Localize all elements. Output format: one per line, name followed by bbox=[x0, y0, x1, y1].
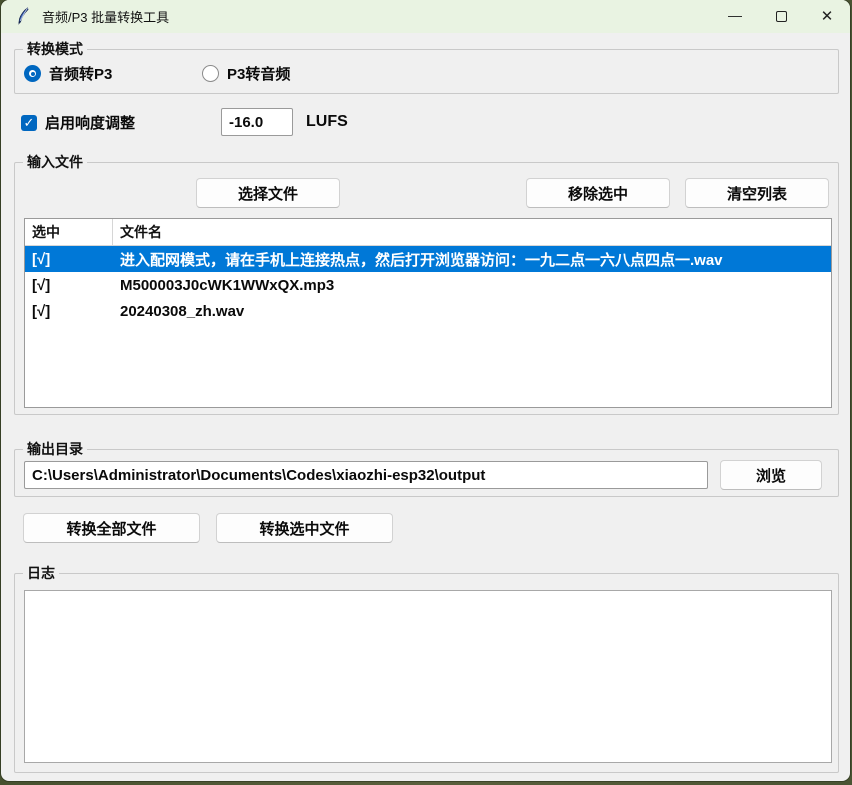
radio-p3-to-audio[interactable]: P3转音频 bbox=[202, 63, 290, 84]
tk-feather-icon bbox=[15, 7, 32, 26]
file-table-header: 选中 文件名 bbox=[25, 219, 831, 246]
log-group-label: 日志 bbox=[23, 564, 59, 583]
input-files-group-label: 输入文件 bbox=[23, 153, 87, 172]
radio-p3-to-audio-label: P3转音频 bbox=[227, 63, 290, 84]
radio-unselected-icon bbox=[202, 65, 219, 82]
loudness-checkbox[interactable]: ✓ 启用响度调整 bbox=[21, 112, 135, 133]
row-checked-cell: [√] bbox=[25, 251, 113, 268]
lufs-input[interactable] bbox=[221, 108, 293, 136]
radio-selected-icon bbox=[24, 65, 41, 82]
window-title: 音频/P3 批量转换工具 bbox=[42, 7, 169, 26]
file-table: 选中 文件名 [√] 进入配网模式，请在手机上连接热点，然后打开浏览器访问：一九… bbox=[24, 218, 832, 408]
row-filename-cell: M500003J0cWK1WWxQX.mp3 bbox=[113, 277, 831, 294]
row-checked-cell: [√] bbox=[25, 303, 113, 320]
row-checked-cell: [√] bbox=[25, 277, 113, 294]
close-button[interactable]: ✕ bbox=[804, 0, 850, 33]
titlebar: 音频/P3 批量转换工具 — ✕ bbox=[1, 0, 850, 33]
select-files-button[interactable]: 选择文件 bbox=[196, 178, 340, 208]
col-header-filename[interactable]: 文件名 bbox=[113, 219, 831, 245]
row-filename-cell: 进入配网模式，请在手机上连接热点，然后打开浏览器访问：一九二点一六八点四点一.w… bbox=[113, 249, 831, 270]
convert-all-button[interactable]: 转换全部文件 bbox=[23, 513, 200, 543]
input-files-groupbox: 输入文件 选择文件 移除选中 清空列表 选中 文件名 [√] 进入配网模式，请在… bbox=[14, 162, 839, 415]
row-filename-cell: 20240308_zh.wav bbox=[113, 303, 831, 320]
table-row[interactable]: [√] 进入配网模式，请在手机上连接热点，然后打开浏览器访问：一九二点一六八点四… bbox=[25, 246, 831, 272]
minimize-icon: — bbox=[728, 8, 742, 22]
output-path-input[interactable] bbox=[24, 461, 708, 489]
mode-group-label: 转换模式 bbox=[23, 40, 87, 59]
minimize-button[interactable]: — bbox=[712, 0, 758, 33]
clear-list-button[interactable]: 清空列表 bbox=[685, 178, 829, 208]
loudness-checkbox-label: 启用响度调整 bbox=[45, 112, 135, 133]
log-groupbox: 日志 bbox=[14, 573, 839, 773]
maximize-button[interactable] bbox=[758, 0, 804, 33]
output-dir-group-label: 输出目录 bbox=[23, 440, 87, 459]
maximize-icon bbox=[776, 11, 787, 22]
col-header-checked[interactable]: 选中 bbox=[25, 219, 113, 245]
mode-groupbox: 转换模式 音频转P3 P3转音频 bbox=[14, 49, 839, 94]
close-icon: ✕ bbox=[821, 9, 834, 24]
remove-selected-button[interactable]: 移除选中 bbox=[526, 178, 670, 208]
convert-selected-button[interactable]: 转换选中文件 bbox=[216, 513, 393, 543]
app-window: 音频/P3 批量转换工具 — ✕ 转换模式 音频转P3 P3转音频 ✓ 启用响度… bbox=[1, 0, 850, 781]
radio-audio-to-p3-label: 音频转P3 bbox=[49, 63, 112, 84]
lufs-unit-label: LUFS bbox=[306, 113, 348, 131]
output-dir-groupbox: 输出目录 浏览 bbox=[14, 449, 839, 497]
browse-button[interactable]: 浏览 bbox=[720, 460, 822, 490]
table-row[interactable]: [√] 20240308_zh.wav bbox=[25, 298, 831, 324]
radio-audio-to-p3[interactable]: 音频转P3 bbox=[24, 63, 112, 84]
log-textarea[interactable] bbox=[24, 590, 832, 763]
checkbox-checked-icon: ✓ bbox=[21, 115, 37, 131]
table-row[interactable]: [√] M500003J0cWK1WWxQX.mp3 bbox=[25, 272, 831, 298]
